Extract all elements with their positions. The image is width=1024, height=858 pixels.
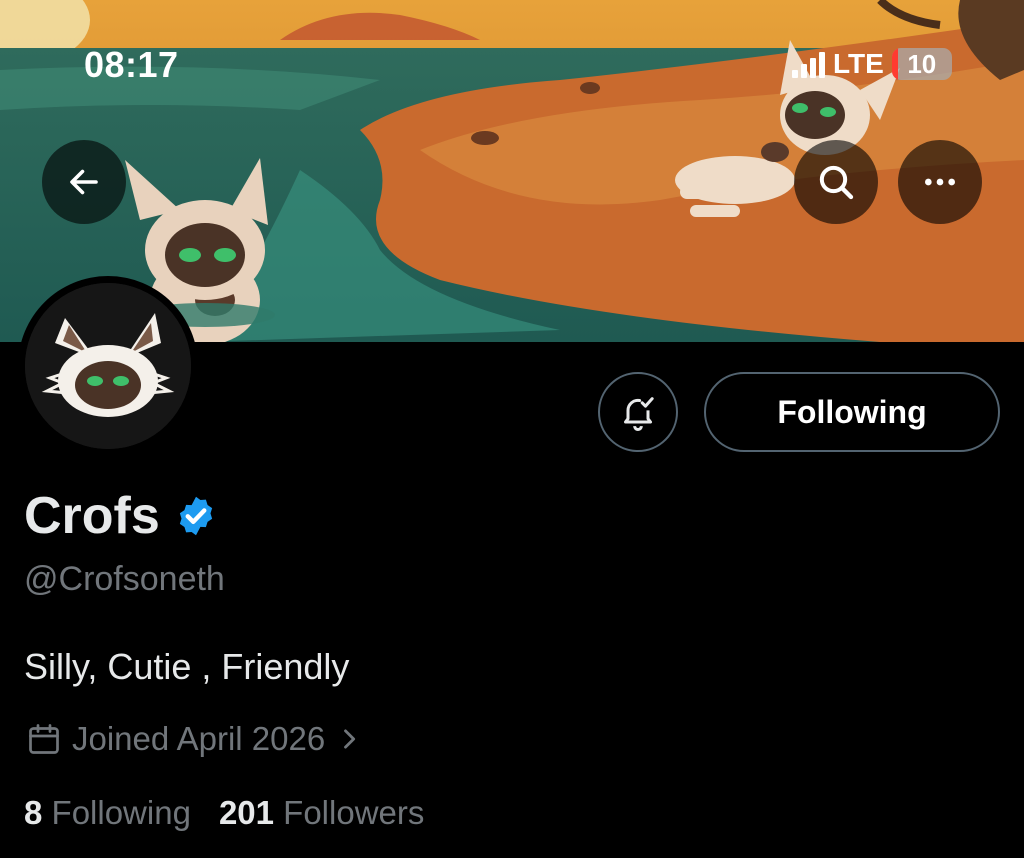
avatar-image xyxy=(25,283,191,449)
followers-stat[interactable]: 201 Followers xyxy=(219,794,424,832)
more-horizontal-icon xyxy=(925,178,955,186)
following-count: 8 xyxy=(24,794,43,831)
following-label: Following xyxy=(51,794,191,831)
profile-bio: Silly, Cutie , Friendly xyxy=(24,646,350,687)
verified-badge-icon[interactable] xyxy=(174,494,218,538)
chevron-right-icon xyxy=(344,729,356,749)
status-indicators: LTE 10 xyxy=(792,48,952,80)
joined-date: Joined April 2026 xyxy=(72,720,326,757)
profile-name-row: Crofs xyxy=(24,486,218,546)
search-icon xyxy=(819,165,854,200)
calendar-icon xyxy=(29,724,59,754)
following-stat[interactable]: 8 Following xyxy=(24,794,191,832)
notifications-button[interactable] xyxy=(598,372,678,452)
joined-date-row[interactable]: Joined April 2026 xyxy=(26,720,363,758)
battery-icon: 10 xyxy=(891,48,952,80)
followers-label: Followers xyxy=(283,794,425,831)
profile-stats: 8 Following 201 Followers xyxy=(24,794,424,832)
network-type: LTE xyxy=(833,48,884,79)
avatar[interactable] xyxy=(25,283,191,449)
arrow-left-icon xyxy=(70,169,98,195)
followers-count: 201 xyxy=(218,794,274,831)
battery-level: 10 xyxy=(907,48,937,79)
back-button[interactable] xyxy=(42,140,126,224)
bell-check-icon xyxy=(624,397,654,431)
signal-icon xyxy=(792,50,825,78)
more-button[interactable] xyxy=(898,140,982,224)
following-button[interactable]: Following xyxy=(704,372,1000,452)
search-button[interactable] xyxy=(794,140,878,224)
profile-handle: @Crofsoneth xyxy=(24,560,225,598)
battery-fill xyxy=(891,48,898,80)
status-time: 08:17 xyxy=(84,44,179,85)
display-name: Crofs xyxy=(24,487,160,545)
